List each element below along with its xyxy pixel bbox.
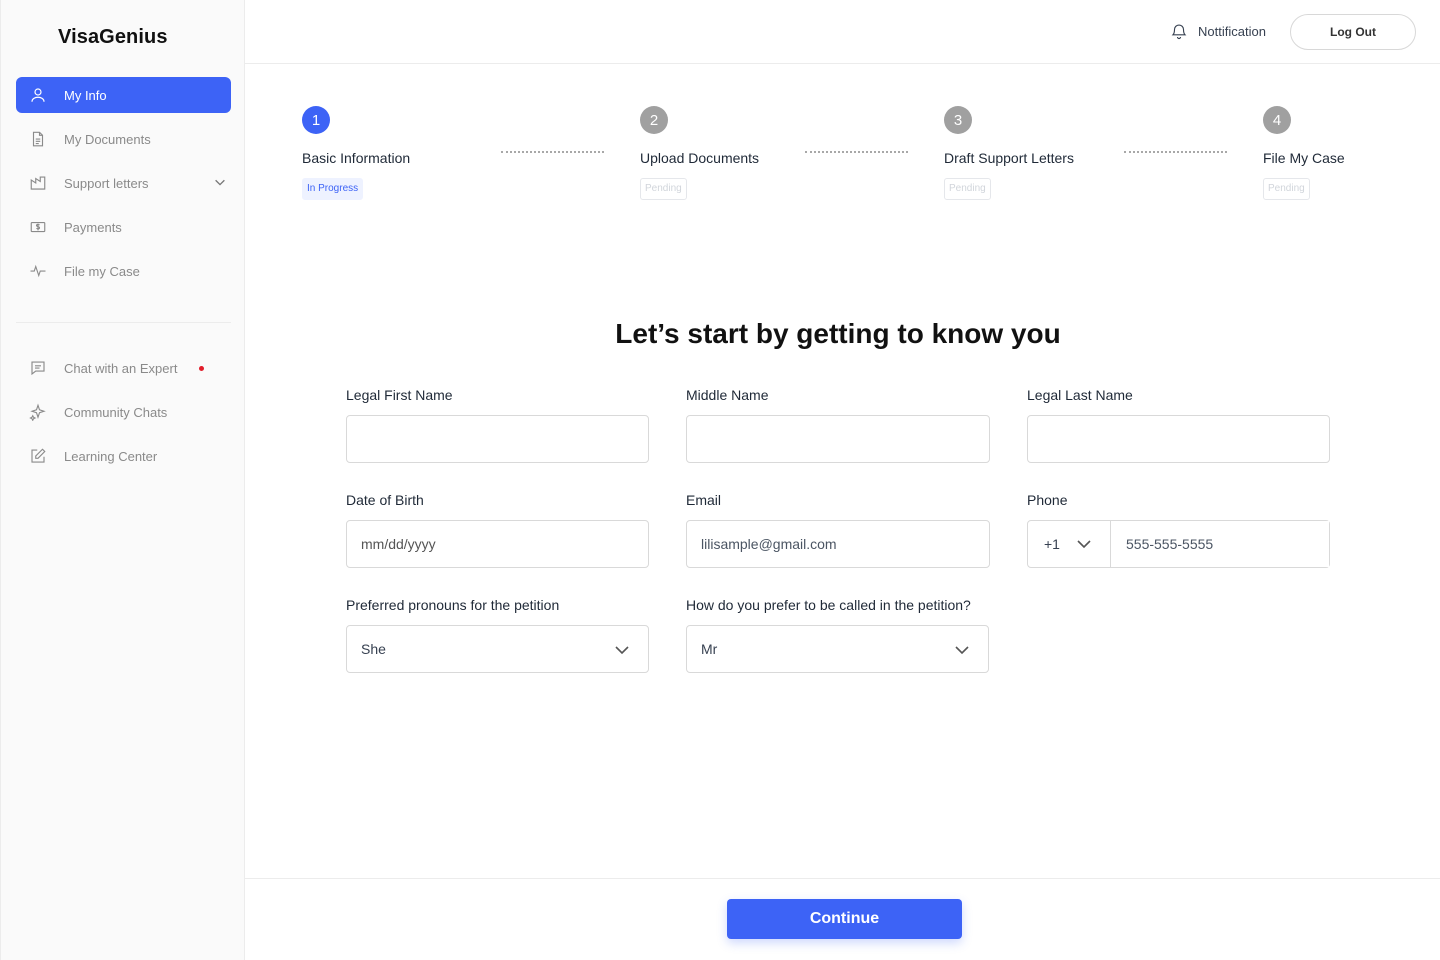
chevron-down-icon [1077,540,1091,549]
user-icon [28,85,48,105]
sidebar-item-label: Chat with an Expert [64,360,178,376]
status-badge: Pending [640,178,687,200]
sidebar-item-community-chats[interactable]: Community Chats [16,394,231,430]
country-code-select[interactable]: +1 [1028,521,1111,567]
step-number: 3 [944,106,972,134]
continue-button[interactable]: Continue [727,899,962,939]
sidebar-item-chat-with-expert[interactable]: Chat with an Expert [16,350,231,386]
email-label: Email [686,492,722,508]
money-icon [28,217,48,237]
dob-label: Date of Birth [346,492,424,508]
sidebar-item-label: Community Chats [64,404,168,420]
sidebar-nav: My Info My Documents Support letters Pay… [16,77,231,297]
step-connector [805,151,908,153]
chevron-down-icon[interactable] [213,175,227,189]
email-input[interactable] [686,520,990,568]
step-label: File My Case [1263,150,1345,166]
page-title: Let’s start by getting to know you [615,318,1061,349]
pronouns-value: She [361,641,386,657]
step-label: Upload Documents [640,150,760,166]
last-name-input[interactable] [1027,415,1330,463]
status-badge: In Progress [302,178,364,200]
last-name-label: Legal Last Name [1027,387,1133,403]
chevron-down-icon [615,646,629,655]
sidebar-item-file-my-case[interactable]: File my Case [16,253,231,289]
dob-input[interactable] [346,520,649,568]
pronouns-label: Preferred pronouns for the petition [346,597,560,613]
title-pref-value: Mr [701,641,718,657]
sidebar-item-my-info[interactable]: My Info [16,77,231,113]
step-number: 1 [302,106,330,134]
pronouns-select[interactable]: She [346,625,649,673]
middle-name-input[interactable] [686,415,990,463]
sidebar-secondary-nav: Chat with an Expert Community Chats Lear… [16,350,231,482]
brand-logo: VisaGenius [58,26,168,48]
bell-icon [1171,24,1187,39]
unread-dot [199,366,204,371]
phone-field: +1 [1027,520,1330,568]
letter-icon [28,173,48,193]
document-icon [28,129,48,149]
sidebar-item-label: Support letters [64,175,149,191]
title-pref-label: How do you prefer to be called in the pe… [686,597,971,613]
sidebar-item-support-letters[interactable]: Support letters [16,165,231,201]
first-name-input[interactable] [346,415,649,463]
title-pref-select[interactable]: Mr [686,625,989,673]
sidebar-item-label: Learning Center [64,448,158,464]
sidebar-item-label: File my Case [64,263,140,279]
step-draft-support-letters[interactable]: 3 Draft Support Letters Pending [944,106,1074,200]
chat-icon [28,358,48,378]
step-connector [1124,151,1227,153]
status-badge: Pending [1263,178,1310,200]
phone-label: Phone [1027,492,1068,508]
sidebar-item-label: My Info [64,87,107,103]
sidebar-item-payments[interactable]: Payments [16,209,231,245]
edit-icon [28,446,48,466]
notification-button[interactable]: Nottification [1170,22,1266,40]
step-label: Draft Support Letters [944,150,1074,166]
step-label: Basic Information [302,150,411,166]
sparkle-icon [28,402,48,422]
notification-label: Nottification [1198,23,1266,39]
top-header: Nottification Log Out [245,0,1440,64]
chevron-down-icon [955,646,969,655]
activity-icon [28,261,48,281]
sidebar-divider [16,322,231,323]
middle-name-label: Middle Name [686,387,769,403]
phone-input[interactable] [1111,521,1329,567]
country-code-value: +1 [1044,536,1060,552]
sidebar: VisaGenius My Info My Documents Support … [0,0,245,960]
logout-button[interactable]: Log Out [1290,14,1416,50]
sidebar-item-label: My Documents [64,131,151,147]
status-badge: Pending [944,178,991,200]
step-number: 2 [640,106,668,134]
sidebar-item-label: Payments [64,219,122,235]
step-upload-documents[interactable]: 2 Upload Documents Pending [640,106,759,200]
first-name-label: Legal First Name [346,387,453,403]
step-basic-information[interactable]: 1 Basic Information In Progress [302,106,410,200]
sidebar-item-learning-center[interactable]: Learning Center [16,438,231,474]
step-connector [501,151,604,153]
step-number: 4 [1263,106,1291,134]
step-file-my-case[interactable]: 4 File My Case Pending [1263,106,1345,200]
sidebar-item-my-documents[interactable]: My Documents [16,121,231,157]
